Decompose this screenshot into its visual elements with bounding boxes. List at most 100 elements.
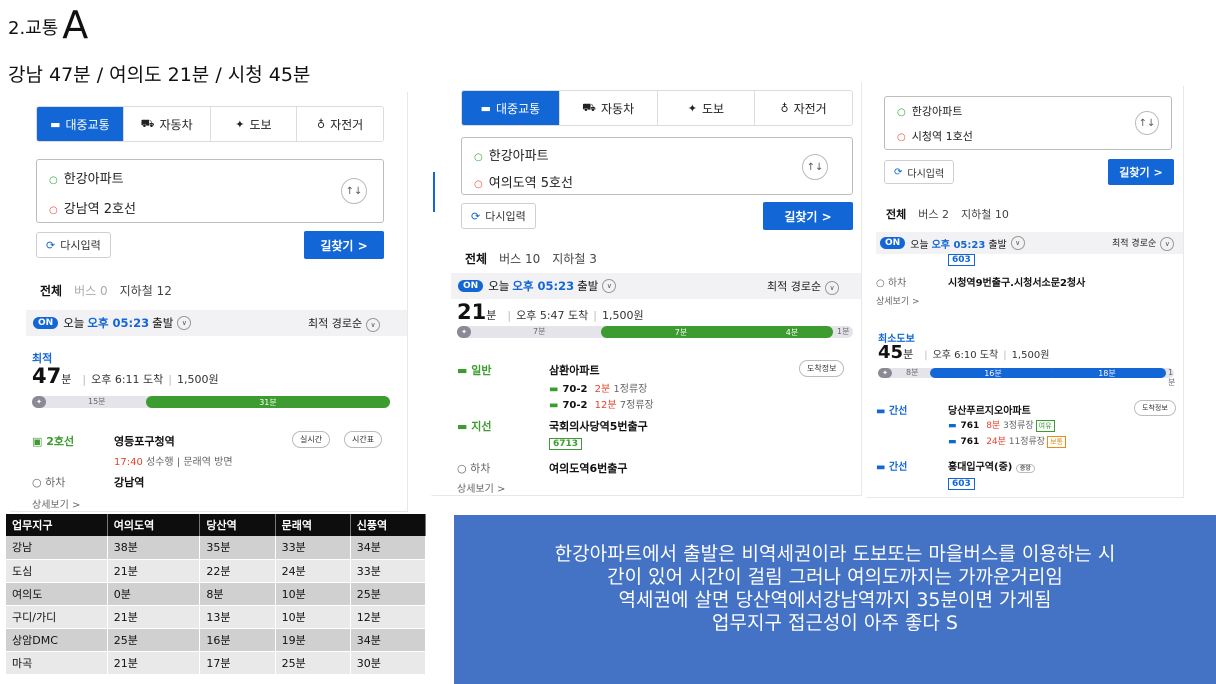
transfer-stop: 국회의사당역5번출구	[549, 420, 648, 433]
find-route-button[interactable]: 길찾기 >	[304, 231, 384, 259]
end-dot-icon: ○	[897, 132, 906, 143]
reset-button[interactable]: ⟳ 다시입력	[36, 232, 111, 258]
swap-icon[interactable]: ↑↓	[341, 178, 367, 204]
tab-subway[interactable]: 지하철 12	[120, 284, 172, 298]
mode-bicycle-tab[interactable]: ♁ 자전거	[296, 107, 383, 141]
table-cell: 상암DMC	[6, 628, 108, 652]
table-header: 신풍역	[350, 514, 427, 536]
mode-transit-tab[interactable]: ▬ 대중교통	[462, 91, 559, 125]
scroll-indicator	[433, 172, 435, 212]
note-line: 역세권에 살면 당산역에서강남역까지 35분이면 가게됨	[618, 589, 1052, 611]
analysis-note: 한강아파트에서 출발은 비역세권이라 도보또는 마을버스를 이용하는 시 간이 …	[454, 515, 1216, 684]
table-cell: 12분	[350, 605, 427, 629]
bus-segment-2: 18분	[1048, 368, 1166, 378]
end-input[interactable]: ○ 여의도역 5호선	[474, 172, 573, 191]
table-header: 업무지구	[6, 514, 108, 536]
realtime-button[interactable]: 실시간	[292, 431, 331, 448]
start-input[interactable]: ○ 한강아파트	[474, 145, 549, 164]
mode-bicycle-tab[interactable]: ♁ 자전거	[754, 91, 852, 125]
board-station: 영등포구청역	[114, 435, 175, 448]
sort-dropdown[interactable]: 최적 경로순 ∨	[767, 278, 840, 295]
chevron-down-icon: ∨	[1010, 236, 1025, 250]
table-row: 마곡 21분 17분 25분 30분	[6, 651, 427, 675]
mode-transit-tab[interactable]: ▬ 대중교통	[37, 107, 123, 141]
bus-icon: ▬	[457, 364, 472, 377]
arrival-info-button[interactable]: 도착정보	[799, 360, 845, 377]
swap-icon[interactable]: ↑↓	[1135, 111, 1159, 135]
bus-segment-2: 4분	[751, 326, 833, 338]
tab-all[interactable]: 전체	[465, 252, 487, 266]
sort-dropdown[interactable]: 최적 경로순 ∨	[308, 315, 381, 332]
bicycle-icon: ♁	[780, 101, 789, 115]
getoff-station: 강남역	[114, 476, 145, 489]
details-link[interactable]: 상세보기 >	[457, 480, 505, 495]
section-title-letter: A	[62, 3, 89, 47]
tab-bus[interactable]: 버스 10	[499, 252, 540, 266]
bus-arrival-2: ▬ 70-2 12분 7정류장	[549, 400, 654, 411]
chevron-down-icon: ∨	[366, 318, 381, 332]
table-cell: 13분	[199, 605, 276, 629]
table-header: 당산역	[199, 514, 276, 536]
getoff-label: ○ 하차	[876, 278, 907, 289]
start-input[interactable]: ○ 한강아파트	[897, 103, 962, 119]
table-cell: 25분	[275, 651, 351, 675]
table-cell: 0분	[107, 582, 201, 606]
mode-walk-tab[interactable]: ✦ 도보	[656, 91, 755, 125]
mode-car-tab[interactable]: ⛟ 자동차	[558, 91, 657, 125]
find-route-button[interactable]: 길찾기 >	[1108, 159, 1174, 185]
bus-icon: ▬	[480, 101, 491, 115]
commute-time-table: 업무지구 여의도역 당산역 문래역 신풍역 강남 38분 35분 33분 34분 도심 2…	[6, 514, 427, 675]
transport-mode-tabs: ▬ 대중교통 ⛟ 자동차 ✦ 도보 ♁ 자전거	[461, 90, 853, 126]
swap-icon[interactable]: ↑↓	[802, 154, 828, 180]
route-panel-gangnam: ▬ 대중교통 ⛟ 자동차 ✦ 도보 ♁ 자전거 ○ 한강아파트 ○ 강남역 2호선 ↑↓ ⟳…	[10, 92, 408, 512]
table-header: 여의도역	[107, 514, 201, 536]
table-cell: 8분	[199, 582, 276, 606]
bus-segment-1: 7분	[601, 326, 761, 338]
table-cell: 34분	[350, 628, 427, 652]
find-route-button[interactable]: 길찾기 >	[763, 202, 853, 230]
table-cell: 24분	[275, 559, 351, 583]
chevron-down-icon: ∨	[825, 281, 840, 295]
table-row: 상암DMC 25분 16분 19분 34분	[6, 628, 427, 652]
mode-walk-tab[interactable]: ✦ 도보	[209, 107, 297, 141]
table-cell: 10분	[275, 605, 351, 629]
walk-icon: ✦	[235, 117, 245, 131]
route-summary: 21분 | 오후 5:47 도착 | 1,500원	[457, 300, 644, 324]
result-tabs: 전체 버스 0 지하철 12	[40, 282, 184, 299]
bus-icon: ▬	[549, 384, 559, 395]
refresh-icon: ⟳	[471, 209, 481, 223]
sort-dropdown[interactable]: 최적 경로순 ∨	[1112, 236, 1175, 251]
details-link[interactable]: 상세보기 >	[876, 294, 920, 307]
route-panel-cityhall: ○ 한강아파트 ○ 시청역 1호선 ↑↓ ⟳ 다시입력 길찾기 > 전체 버스 2 지하철…	[866, 86, 1184, 498]
section-title: 2.교통 A	[8, 6, 88, 44]
reset-button[interactable]: ⟳ 다시입력	[884, 160, 955, 184]
tab-all[interactable]: 전체	[40, 284, 62, 298]
table-row: 강남 38분 35분 33분 34분	[6, 536, 427, 560]
tab-bus[interactable]: 버스 0	[74, 284, 108, 298]
bicycle-icon: ♁	[317, 117, 326, 131]
arrival-info-button[interactable]: 도착정보	[1134, 400, 1176, 416]
end-input[interactable]: ○ 강남역 2호선	[49, 198, 136, 217]
start-input[interactable]: ○ 한강아파트	[49, 168, 124, 187]
walk-duration: 15분	[88, 397, 106, 406]
tab-all[interactable]: 전체	[886, 208, 906, 221]
table-cell: 22분	[199, 559, 276, 583]
table-header-row: 업무지구 여의도역 당산역 문래역 신풍역	[6, 514, 427, 536]
mode-car-tab[interactable]: ⛟ 자동차	[122, 107, 210, 141]
tab-subway[interactable]: 지하철 10	[961, 208, 1009, 221]
table-cell: 16분	[199, 628, 276, 652]
details-link[interactable]: 상세보기 >	[32, 496, 80, 511]
bus-icon: ▬	[876, 406, 889, 417]
car-icon: ⛟	[582, 100, 596, 114]
walk-icon: ✦	[878, 368, 892, 378]
transport-mode-tabs: ▬ 대중교통 ⛟ 자동차 ✦ 도보 ♁ 자전거	[36, 106, 384, 142]
tab-subway[interactable]: 지하철 3	[552, 252, 597, 266]
car-icon: ⛟	[140, 116, 155, 130]
start-dot-icon: ○	[474, 152, 483, 163]
route-timeline-bar: ✦ 8분 16분 18분 1분	[878, 368, 1175, 387]
tab-bus[interactable]: 버스 2	[918, 208, 949, 221]
timetable-button[interactable]: 시간표	[344, 431, 383, 448]
end-input[interactable]: ○ 시청역 1호선	[897, 128, 973, 144]
reset-button[interactable]: ⟳ 다시입력	[461, 203, 536, 229]
route-panel-yeouido: ▬ 대중교통 ⛟ 자동차 ✦ 도보 ♁ 자전거 ○ 한강아파트 ○ 여의도역 5호선 ↑↓ …	[430, 82, 862, 496]
